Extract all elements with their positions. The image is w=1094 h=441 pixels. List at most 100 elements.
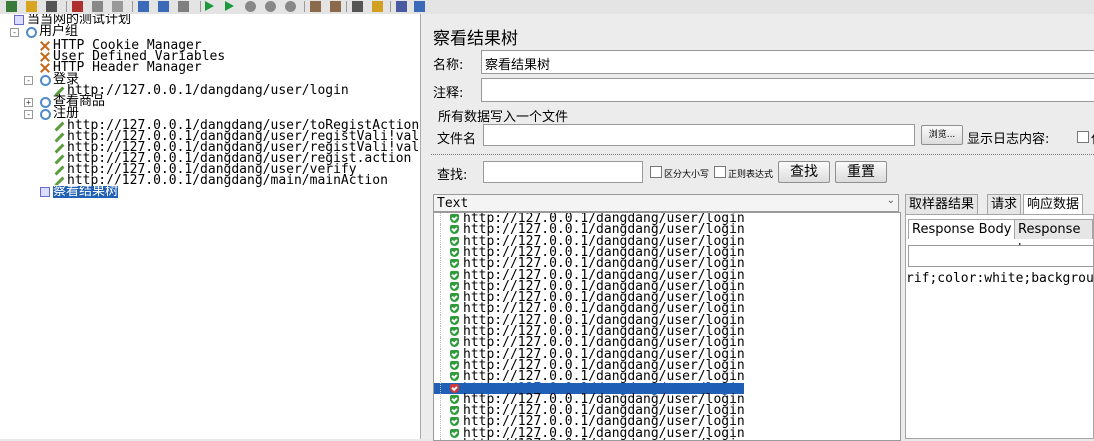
success-shield-icon	[450, 259, 459, 269]
comment-label: 注释:	[433, 86, 464, 101]
help-icon[interactable]	[414, 1, 425, 12]
success-shield-icon	[450, 417, 459, 427]
stop-icon[interactable]	[245, 1, 256, 12]
success-shield-icon	[450, 225, 459, 235]
config-icon	[40, 52, 50, 62]
find-button[interactable]: 查找	[778, 161, 830, 183]
splitter[interactable]	[431, 154, 1094, 157]
name-label: 名称:	[433, 58, 464, 73]
success-shield-icon	[450, 327, 459, 336]
browse-button[interactable]: 浏览...	[921, 125, 963, 145]
config-icon	[40, 41, 50, 51]
clear-all-icon[interactable]	[330, 1, 341, 12]
new-icon[interactable]	[6, 1, 17, 12]
copy-icon[interactable]	[92, 1, 103, 12]
controller-icon	[40, 109, 51, 120]
regex-checkbox[interactable]	[714, 166, 726, 178]
start-icon[interactable]	[205, 1, 214, 11]
shutdown-icon[interactable]	[265, 1, 276, 12]
expand-icon[interactable]: +	[24, 98, 33, 107]
log-errors-checkbox[interactable]	[1077, 131, 1089, 143]
case-sensitive-checkbox[interactable]	[650, 166, 662, 178]
success-shield-icon	[450, 270, 459, 280]
toolbar-separator	[132, 1, 133, 12]
error-shield-icon	[450, 383, 459, 393]
tree-item-label: 察看结果树	[53, 184, 119, 199]
clear-icon[interactable]	[310, 1, 321, 12]
test-plan-tree: 当当网的测试计划 - 用户组 HTTP Cookie Manager User Defi…	[0, 14, 421, 439]
listener-icon	[40, 187, 50, 197]
config-icon	[40, 63, 50, 73]
filename-label: 文件名	[437, 132, 477, 147]
tree-item-label: http://127.0.0.1/dangdang/user/login	[67, 83, 349, 98]
toolbar-separator	[346, 1, 347, 12]
sampler-icon	[54, 165, 65, 176]
results-list: http://127.0.0.1/dangdang/user/login http…	[433, 212, 901, 441]
sampler-icon	[54, 132, 65, 143]
success-shield-icon	[450, 338, 459, 348]
reset-button[interactable]: 重置	[835, 161, 887, 183]
function-helper-icon[interactable]	[396, 1, 407, 12]
success-shield-icon	[450, 360, 459, 370]
response-pane: Response BodyResponse h rif;color:white;…	[905, 214, 1094, 439]
search-icon[interactable]	[352, 1, 363, 12]
response-search-field[interactable]	[908, 245, 1094, 267]
renderer-select[interactable]: Text ⌄	[433, 194, 899, 212]
sampler-icon	[54, 143, 65, 154]
success-shield-icon	[450, 247, 459, 257]
open-icon[interactable]	[26, 1, 37, 12]
success-shield-icon	[450, 428, 459, 438]
tab-response-headers[interactable]: Response h	[1014, 219, 1093, 257]
success-shield-icon	[450, 349, 459, 359]
tab-sampler-result[interactable]: 取样器结果	[905, 194, 979, 214]
collapse-icon[interactable]: -	[24, 110, 33, 119]
tab-response-data[interactable]: 响应数据	[1023, 194, 1084, 214]
success-shield-icon	[450, 293, 459, 303]
thread-group-icon	[26, 27, 37, 38]
detail-pane: 取样器结果请求响应数据 Response BodyResponse h rif;…	[903, 192, 1094, 439]
comment-field[interactable]	[481, 78, 1094, 102]
toggle-icon[interactable]	[178, 1, 189, 12]
success-shield-icon	[450, 281, 459, 291]
name-field[interactable]: 察看结果树	[481, 50, 1094, 74]
search-input[interactable]	[483, 161, 643, 183]
search-label: 查找:	[437, 168, 468, 183]
tab-response-body[interactable]: Response Body	[908, 219, 1016, 239]
results-tree-panel: 察看结果树 名称: 察看结果树 注释: 所有数据写入一个文件 文件名 浏览...…	[421, 14, 1094, 441]
panel-title: 察看结果树	[433, 29, 518, 49]
success-shield-icon	[450, 406, 459, 416]
toolbar-separator	[304, 1, 305, 12]
expand-icon[interactable]	[138, 1, 149, 12]
save-icon[interactable]	[46, 1, 57, 12]
controller-icon	[40, 97, 51, 108]
case-sensitive-label: 区分大小写	[664, 170, 710, 180]
controller-icon	[40, 75, 51, 86]
success-shield-icon	[450, 236, 459, 246]
collapse-icon[interactable]: -	[10, 28, 19, 37]
toolbar-separator	[390, 1, 391, 12]
tree-item-label: 用户组	[39, 24, 79, 39]
remote-icon[interactable]	[285, 1, 296, 12]
start-no-pause-icon[interactable]	[225, 1, 234, 11]
success-shield-icon	[450, 315, 459, 325]
tab-request[interactable]: 请求	[987, 194, 1022, 214]
paste-icon[interactable]	[112, 1, 123, 12]
sampler-icon	[54, 154, 65, 165]
success-shield-icon	[450, 214, 459, 223]
success-shield-icon	[450, 304, 459, 314]
success-shield-icon	[450, 372, 459, 382]
toolbar-separator	[66, 1, 67, 12]
collapse-icon[interactable]	[158, 1, 169, 12]
cut-icon[interactable]	[72, 1, 83, 12]
toolbar-separator	[200, 1, 201, 12]
reset-search-icon[interactable]	[372, 1, 383, 12]
chevron-down-icon: ⌄	[886, 195, 895, 206]
name-field-value: 察看结果树	[485, 58, 551, 73]
renderer-select-value: Text	[437, 196, 469, 211]
sampler-icon	[54, 121, 65, 132]
testplan-icon	[14, 15, 24, 25]
collapse-icon[interactable]: -	[24, 76, 33, 85]
log-content-label: 显示日志内容:	[967, 132, 1050, 147]
toolbar	[0, 0, 1094, 15]
filename-field[interactable]	[483, 124, 915, 146]
